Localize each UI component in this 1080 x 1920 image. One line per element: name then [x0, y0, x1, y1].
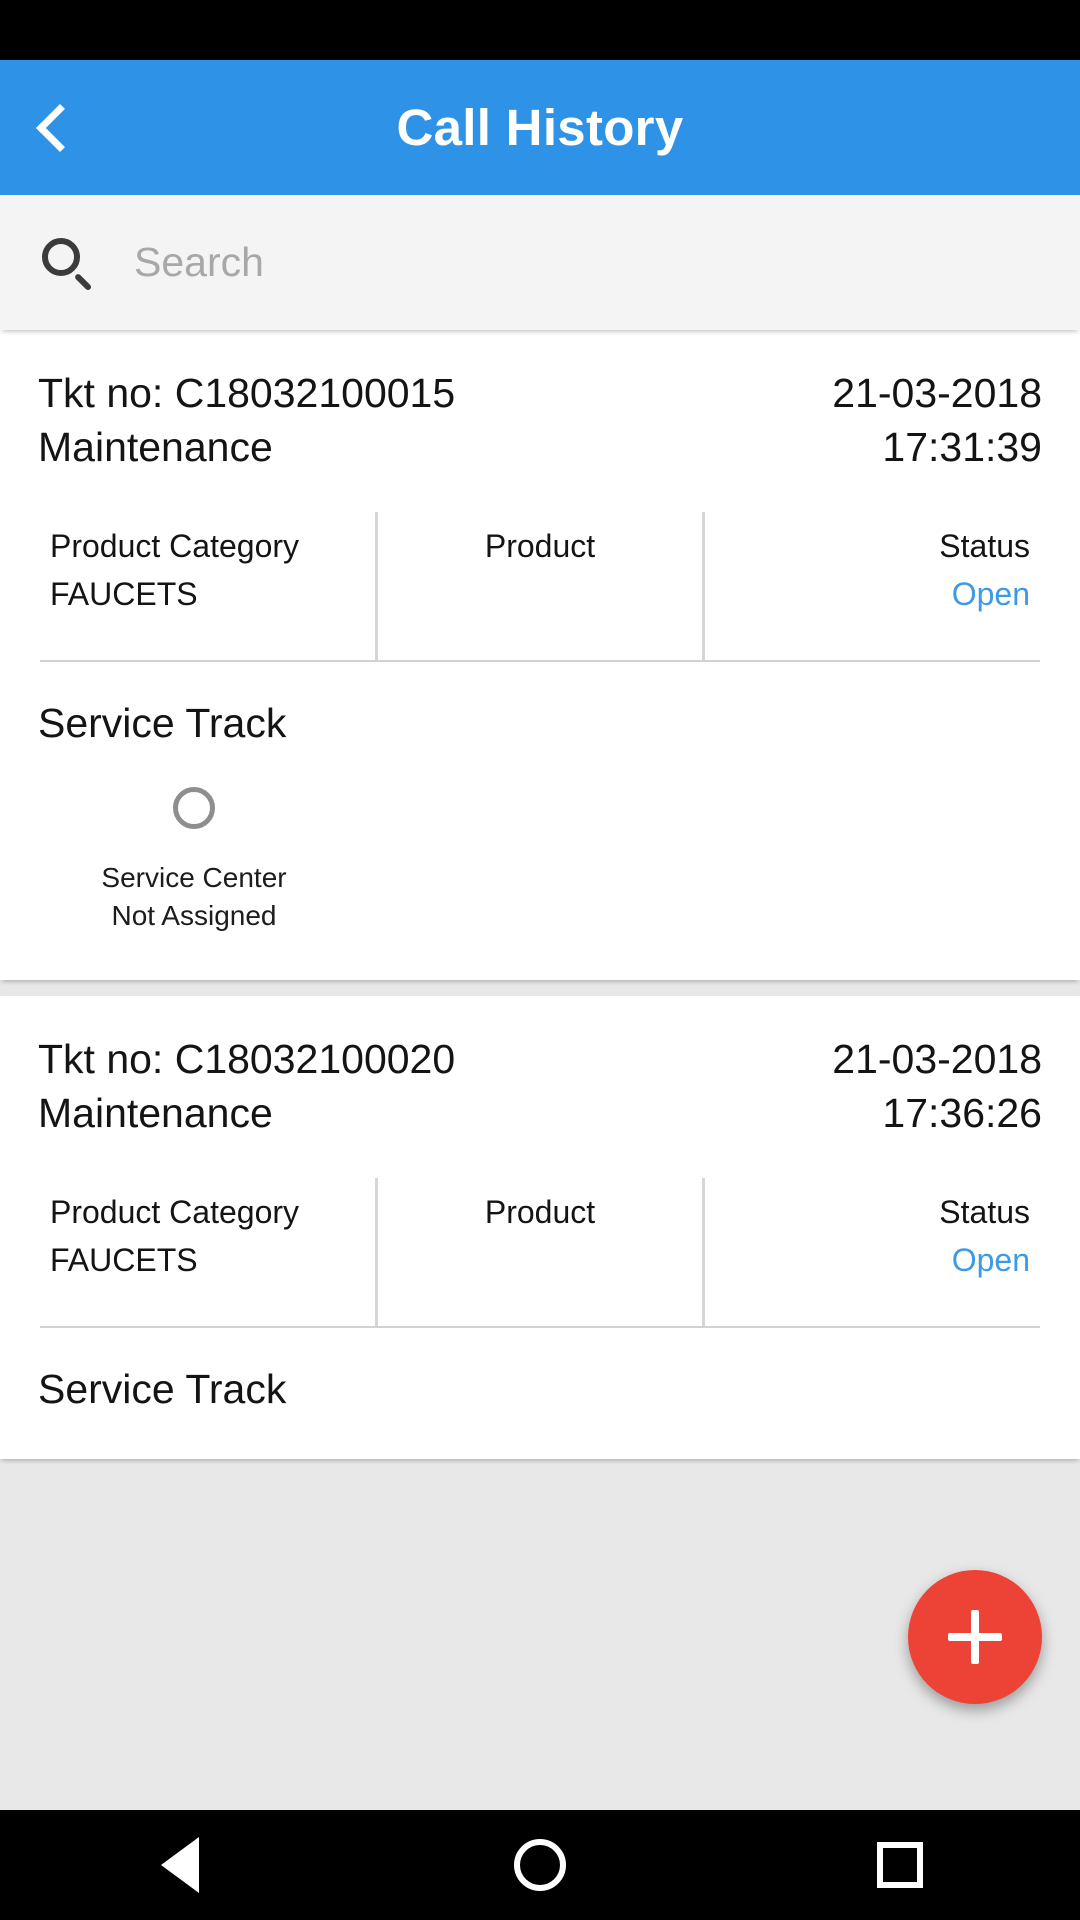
- product-column: Product: [374, 1178, 703, 1327]
- product-category-column: Product Category FAUCETS: [38, 1178, 375, 1326]
- status-column: Status Open: [702, 1178, 1042, 1327]
- product-category-value: FAUCETS: [50, 1242, 198, 1279]
- ticket-info-row: Product Category FAUCETS Product Status …: [38, 1178, 1042, 1327]
- status-badge: Open: [951, 576, 1031, 613]
- ticket-type: Maintenance: [38, 424, 273, 471]
- nav-recents-button[interactable]: [830, 1810, 970, 1920]
- card-bottom-spacer: [38, 934, 1042, 980]
- status-bar: [0, 0, 1080, 60]
- search-icon: [38, 234, 96, 292]
- status-badge: Open: [951, 1242, 1031, 1279]
- ticket-info-row: Product Category FAUCETS Product Status …: [38, 512, 1042, 661]
- ticket-date: 21-03-2018: [832, 1036, 1042, 1083]
- product-category-label: Product Category: [50, 1194, 300, 1231]
- ticket-number: Tkt no: C18032100015: [38, 370, 456, 416]
- product-category-label: Product Category: [50, 528, 300, 565]
- product-column: Product: [374, 512, 703, 661]
- ticket-number: Tkt no: C18032100020: [38, 1036, 456, 1083]
- service-track-title: Service Track: [38, 700, 287, 747]
- service-track-node-label: Service Center Not Assigned: [101, 859, 286, 934]
- card-bottom-spacer: [38, 1413, 1042, 1459]
- circle-step-icon: [173, 787, 215, 830]
- ticket-list[interactable]: Tkt no: C18032100015 Maintenance 21-03-2…: [0, 330, 1080, 1810]
- product-category-value: FAUCETS: [50, 576, 198, 613]
- back-button[interactable]: [0, 60, 120, 195]
- status-column: Status Open: [702, 512, 1042, 661]
- ticket-type: Maintenance: [38, 1090, 273, 1137]
- divider: [40, 660, 1040, 663]
- status-label: Status: [939, 528, 1031, 565]
- status-label: Status: [939, 1194, 1031, 1231]
- ticket-time: 17:36:26: [882, 1090, 1042, 1137]
- product-label: Product: [484, 528, 596, 565]
- add-ticket-fab[interactable]: [908, 1570, 1042, 1704]
- product-category-column: Product Category FAUCETS: [38, 512, 375, 660]
- android-nav-bar: [0, 1810, 1080, 1920]
- nav-back-button[interactable]: [110, 1810, 250, 1920]
- ticket-time: 17:31:39: [882, 424, 1042, 471]
- ticket-card[interactable]: Tkt no: C18032100020 Maintenance 21-03-2…: [0, 996, 1080, 1460]
- service-track-title: Service Track: [38, 1366, 287, 1413]
- square-recents-icon: [877, 1842, 923, 1888]
- service-track-node-line1: Service Center: [101, 862, 287, 894]
- service-track-node: Service Center Not Assigned: [74, 787, 314, 934]
- chevron-left-icon: [35, 103, 85, 152]
- app-bar: Call History: [0, 60, 1080, 195]
- service-track-node-line2: Not Assigned: [111, 899, 277, 931]
- page-title: Call History: [396, 99, 684, 156]
- circle-home-icon: [514, 1839, 566, 1891]
- divider: [40, 1326, 1040, 1329]
- nav-home-button[interactable]: [470, 1810, 610, 1920]
- ticket-header: Tkt no: C18032100015 Maintenance 21-03-2…: [38, 366, 1042, 474]
- triangle-back-icon: [161, 1837, 199, 1893]
- ticket-date: 21-03-2018: [832, 370, 1042, 416]
- search-input[interactable]: [96, 239, 1080, 286]
- ticket-card[interactable]: Tkt no: C18032100015 Maintenance 21-03-2…: [0, 330, 1080, 981]
- search-bar[interactable]: [0, 195, 1080, 330]
- product-label: Product: [484, 1194, 596, 1231]
- ticket-header: Tkt no: C18032100020 Maintenance 21-03-2…: [38, 1032, 1042, 1140]
